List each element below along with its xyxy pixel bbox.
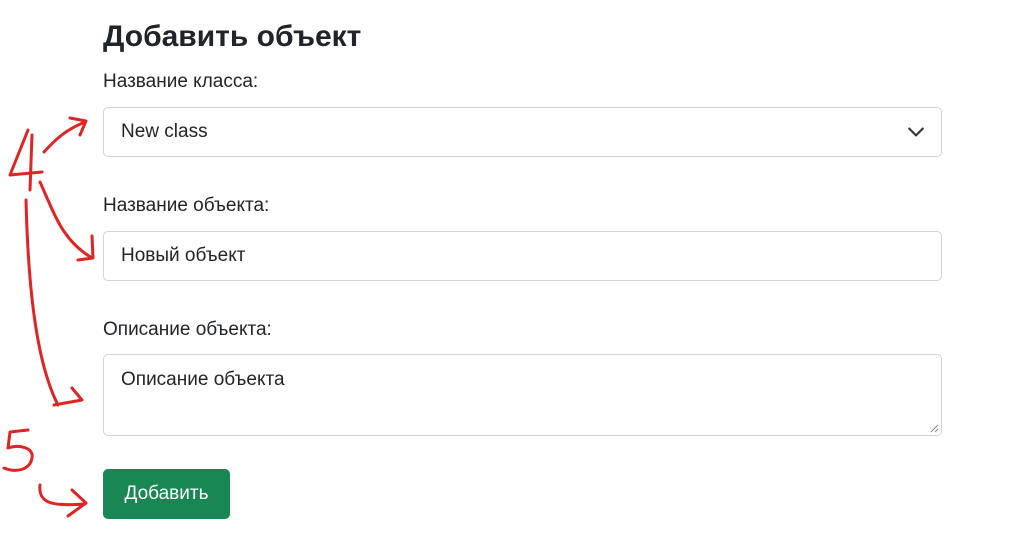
annotation-arrow-class-select	[42, 116, 88, 154]
annotation-arrow-description	[24, 198, 84, 407]
chevron-down-icon	[908, 127, 924, 137]
class-select[interactable]: New class	[103, 107, 942, 157]
annotation-arrow-add-button	[38, 483, 88, 518]
object-name-label: Название объекта:	[103, 195, 270, 216]
annotation-digit-four	[8, 128, 44, 192]
annotation-digit-five	[2, 428, 34, 472]
class-select-value: New class	[121, 121, 208, 142]
object-name-input[interactable]: Новый объект	[103, 231, 942, 281]
object-description-value: Описание объекта	[121, 369, 285, 390]
resize-handle-icon[interactable]	[929, 423, 939, 433]
object-description-label: Описание объекта:	[103, 319, 272, 340]
object-description-textarea[interactable]: Описание объекта	[103, 354, 942, 436]
object-name-value: Новый объект	[121, 245, 246, 266]
page: Добавить объект Название класса: New cla…	[0, 0, 1012, 543]
annotation-arrow-object-name	[38, 180, 95, 262]
add-button[interactable]: Добавить	[103, 469, 230, 519]
page-title: Добавить объект	[103, 20, 362, 53]
class-name-label: Название класса:	[103, 71, 259, 92]
